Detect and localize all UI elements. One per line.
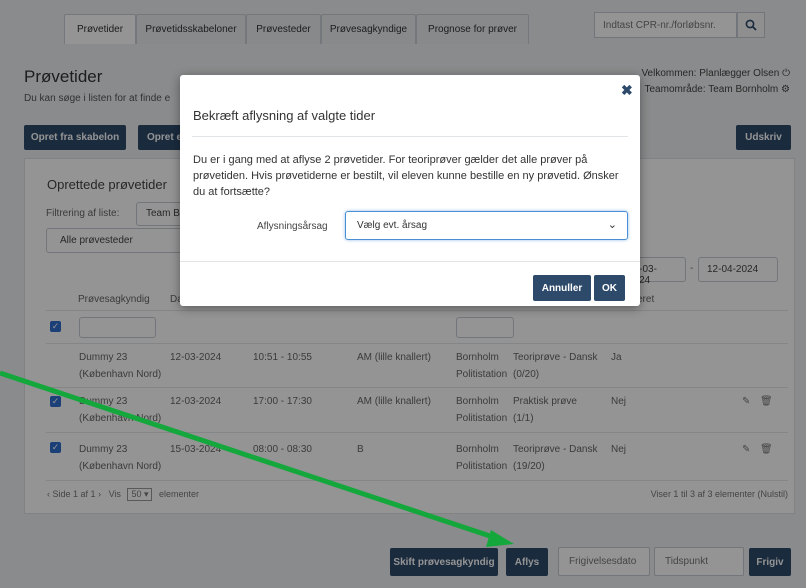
arrow-shaft [0, 370, 503, 543]
arrow-head [486, 530, 514, 547]
app-window: Prøvetider Prøvetidsskabeloner Prøvested… [0, 0, 806, 588]
annotation-arrow [0, 370, 514, 547]
